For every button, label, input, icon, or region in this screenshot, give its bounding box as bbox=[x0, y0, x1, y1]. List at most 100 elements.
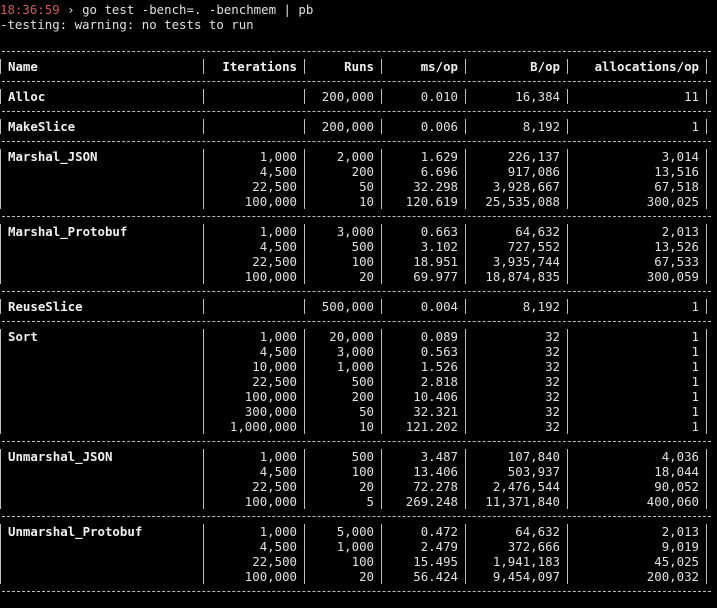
cell-runs-value: 200,000 bbox=[321, 89, 374, 104]
cell-runs-value: 10 bbox=[359, 419, 374, 434]
cell-iterations-value: 100,000 bbox=[244, 389, 297, 404]
cell-allocations-op-value: 9,019 bbox=[661, 539, 699, 554]
cell-runs: 200,000 bbox=[304, 119, 381, 134]
table-row: MakeSlice 200,000 0.006 8,192 1 bbox=[0, 119, 717, 134]
cell-allocations-op: 2,013 13,526 67,533 300,059 bbox=[567, 224, 707, 284]
cell-ms-op-value: 0.089 bbox=[420, 329, 458, 344]
benchmark-name: Marshal_Protobuf bbox=[8, 224, 128, 239]
cell-runs-value: 20 bbox=[359, 569, 374, 584]
cell-b-op-value: 32 bbox=[545, 389, 560, 404]
cell-b-op-value: 11,371,840 bbox=[485, 494, 560, 509]
cell-allocations-op-value: 67,533 bbox=[654, 254, 699, 269]
cell-b-op-value: 2,476,544 bbox=[492, 479, 560, 494]
cell-b-op: 8,192 bbox=[465, 119, 567, 134]
header-runs: Runs bbox=[304, 59, 381, 74]
table-row: Unmarshal_Protobuf 1,000 4,500 22,500 100,00… bbox=[0, 524, 717, 584]
cell-b-op-value: 226,137 bbox=[507, 149, 560, 164]
cell-name: Unmarshal_JSON bbox=[0, 449, 203, 509]
cell-runs-value: 1,000 bbox=[336, 539, 374, 554]
cell-b-op-value: 25,535,088 bbox=[485, 194, 560, 209]
table-header-row: Name Iterations Runs ms/op B/op allocati… bbox=[0, 59, 717, 74]
cell-b-op-value: 3,928,667 bbox=[492, 179, 560, 194]
cell-iterations-value: 100,000 bbox=[244, 494, 297, 509]
cell-b-op-value: 1,941,183 bbox=[492, 554, 560, 569]
cell-b-op: 8,192 bbox=[465, 299, 567, 314]
cell-allocations-op: 1 bbox=[567, 299, 707, 314]
cell-runs-value: 100 bbox=[351, 464, 374, 479]
cell-b-op-value: 32 bbox=[545, 404, 560, 419]
cell-b-op-value: 8,192 bbox=[522, 299, 560, 314]
cell-b-op-value: 18,874,835 bbox=[485, 269, 560, 284]
prompt-timestamp: 18:36:59 bbox=[0, 2, 60, 17]
cell-runs-value: 200 bbox=[351, 389, 374, 404]
cell-ms-op-value: 0.663 bbox=[420, 224, 458, 239]
table-row: Alloc 200,000 0.010 16,384 11 bbox=[0, 89, 717, 104]
cell-runs-value: 5,000 bbox=[336, 524, 374, 539]
cell-runs: 500,000 bbox=[304, 299, 381, 314]
cell-runs-value: 500 bbox=[351, 374, 374, 389]
cell-b-op: 226,137 917,086 3,928,667 25,535,088 bbox=[465, 149, 567, 209]
cell-runs-value: 100 bbox=[351, 554, 374, 569]
cell-iterations-value: 4,500 bbox=[259, 464, 297, 479]
cell-ms-op: 0.006 bbox=[381, 119, 465, 134]
cell-allocations-op: 1 bbox=[567, 119, 707, 134]
benchmark-name: Sort bbox=[8, 329, 38, 344]
cell-b-op-value: 727,552 bbox=[507, 239, 560, 254]
cell-allocations-op-value: 300,025 bbox=[646, 194, 699, 209]
terminal-window[interactable]: 18:36:59 › go test -bench=. -benchmem | … bbox=[0, 0, 717, 608]
table-row-separator bbox=[0, 434, 717, 449]
cell-allocations-op-value: 90,052 bbox=[654, 479, 699, 494]
cell-allocations-op-value: 1 bbox=[691, 419, 699, 434]
cell-iterations-value: 4,500 bbox=[259, 164, 297, 179]
header-ms-op: ms/op bbox=[381, 59, 465, 74]
cell-name: Unmarshal_Protobuf bbox=[0, 524, 203, 584]
cell-iterations-value: 1,000 bbox=[259, 224, 297, 239]
cell-b-op-value: 32 bbox=[545, 344, 560, 359]
cell-iterations-value: 1,000 bbox=[259, 449, 297, 464]
cell-runs-value: 2,000 bbox=[336, 149, 374, 164]
table-row: Marshal_JSON 1,000 4,500 22,500 100,000 2,000… bbox=[0, 149, 717, 209]
cell-name: Sort bbox=[0, 329, 203, 434]
header-iterations: Iterations bbox=[203, 59, 304, 74]
cell-allocations-op: 2,013 9,019 45,025 200,032 bbox=[567, 524, 707, 584]
table-row-separator bbox=[0, 104, 717, 119]
cell-ms-op-value: 15.495 bbox=[413, 554, 458, 569]
cell-ms-op: 0.663 3.102 18.951 69.977 bbox=[381, 224, 465, 284]
cell-iterations-value: 22,500 bbox=[252, 479, 297, 494]
cell-runs-value: 20,000 bbox=[329, 329, 374, 344]
cell-runs-value: 3,000 bbox=[336, 224, 374, 239]
cell-runs: 200,000 bbox=[304, 89, 381, 104]
cell-b-op-value: 64,632 bbox=[515, 524, 560, 539]
cell-runs-value: 1,000 bbox=[336, 359, 374, 374]
warning-line: -testing: warning: no tests to run bbox=[0, 17, 254, 32]
cell-b-op-value: 32 bbox=[545, 359, 560, 374]
cell-runs-value: 20 bbox=[359, 479, 374, 494]
cell-iterations-value: 22,500 bbox=[252, 554, 297, 569]
cell-ms-op-value: 10.406 bbox=[413, 389, 458, 404]
cell-runs-value: 200 bbox=[351, 164, 374, 179]
benchmark-table: Name Iterations Runs ms/op B/op allocati… bbox=[0, 44, 717, 599]
cell-ms-op: 0.089 0.563 1.526 2.818 10.406 32.321 121.202 bbox=[381, 329, 465, 434]
cell-ms-op: 0.010 bbox=[381, 89, 465, 104]
cell-allocations-op: 4,036 18,044 90,052 400,060 bbox=[567, 449, 707, 509]
table-body: Alloc 200,000 0.010 16,384 11 MakeSlice 200,… bbox=[0, 89, 717, 599]
cell-runs-value: 500 bbox=[351, 449, 374, 464]
cell-runs-value: 10 bbox=[359, 194, 374, 209]
cell-runs: 2,000 200 50 10 bbox=[304, 149, 381, 209]
cell-ms-op: 1.629 6.696 32.298 120.619 bbox=[381, 149, 465, 209]
cell-iterations-value: 22,500 bbox=[252, 254, 297, 269]
cell-ms-op-value: 1.629 bbox=[420, 149, 458, 164]
cell-runs-value: 500 bbox=[351, 239, 374, 254]
cell-ms-op-value: 2.818 bbox=[420, 374, 458, 389]
cell-runs-value: 50 bbox=[359, 404, 374, 419]
cell-allocations-op: 11 bbox=[567, 89, 707, 104]
cell-b-op: 64,632 372,666 1,941,183 9,454,097 bbox=[465, 524, 567, 584]
cell-allocations-op-value: 45,025 bbox=[654, 554, 699, 569]
cell-allocations-op-value: 1 bbox=[691, 119, 699, 134]
cell-ms-op-value: 3.487 bbox=[420, 449, 458, 464]
cell-runs: 20,000 3,000 1,000 500 200 50 10 bbox=[304, 329, 381, 434]
cell-allocations-op-value: 400,060 bbox=[646, 494, 699, 509]
cell-allocations-op: 1111111 bbox=[567, 329, 707, 434]
cell-allocations-op-value: 1 bbox=[691, 359, 699, 374]
cell-b-op-value: 32 bbox=[545, 329, 560, 344]
